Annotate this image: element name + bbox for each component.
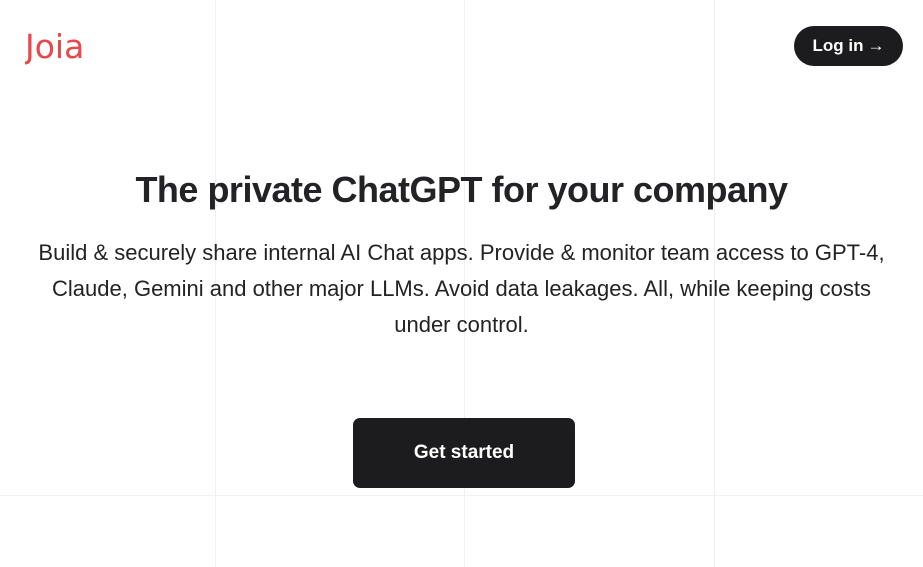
brand-logo[interactable]: Joia: [25, 25, 95, 65]
login-button-label: Log in: [812, 36, 864, 55]
get-started-button[interactable]: Get started: [353, 418, 575, 488]
logo-text: Joia: [25, 27, 84, 65]
arrow-right-icon: →: [867, 36, 885, 55]
login-button[interactable]: Log in →: [794, 26, 903, 66]
background-grid-line: [0, 495, 923, 496]
hero-subtitle: Build & securely share internal AI Chat …: [38, 240, 885, 337]
page-title: The private ChatGPT for your company: [135, 169, 788, 210]
joia-logo-icon: Joia: [25, 27, 84, 65]
